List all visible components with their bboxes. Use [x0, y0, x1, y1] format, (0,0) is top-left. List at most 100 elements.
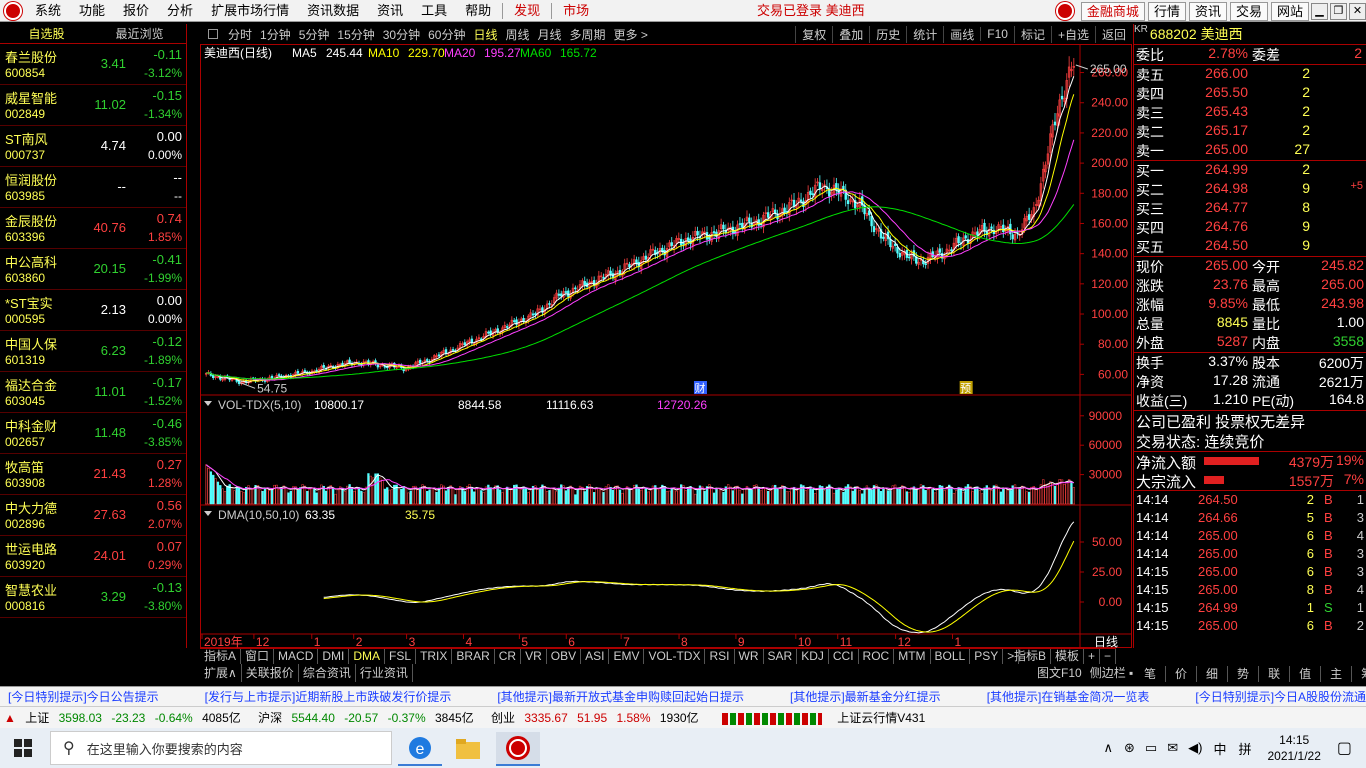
bid-level[interactable]: 买一 264.99 2 — [1134, 161, 1366, 180]
quote-panel-button[interactable]: 价 — [1166, 666, 1198, 682]
period-tab[interactable]: 分时 — [224, 26, 256, 43]
watchlist-row[interactable]: 中国人保 601319 6.23 -0.12 -1.89% — [0, 331, 186, 372]
indicator-tab[interactable]: MACD — [274, 649, 319, 664]
period-tab[interactable]: 1分钟 — [256, 26, 295, 43]
period-tab[interactable]: 月线 — [534, 26, 566, 43]
notification-icon[interactable]: ▢ — [1337, 738, 1352, 758]
menu-tools[interactable]: 工具 — [412, 0, 456, 22]
mall-button[interactable]: 金融商城 — [1080, 1, 1145, 21]
indicator-tab[interactable]: RSI — [705, 649, 735, 664]
extension-tab[interactable]: 行业资讯 — [356, 664, 413, 682]
indicator-tab[interactable]: CCI — [829, 649, 859, 664]
extension-tab[interactable]: 扩展∧ — [200, 664, 242, 682]
watchlist-row[interactable]: 威星智能 002849 11.02 -0.15 -1.34% — [0, 85, 186, 126]
sh-index-name[interactable]: 上证 — [25, 711, 49, 725]
indicator-tab-right[interactable]: 指标B — [1010, 649, 1052, 664]
period-tab[interactable]: 日线 — [469, 26, 501, 43]
bid-level[interactable]: 买五 264.50 9 — [1134, 237, 1366, 256]
trade-button[interactable]: 交易 — [1229, 1, 1268, 21]
watchlist-row[interactable]: 世运电路 603920 24.01 0.07 0.29% — [0, 536, 186, 577]
indicator-tab[interactable]: PSY — [970, 649, 1004, 664]
watchlist-row[interactable]: 福达合金 603045 11.01 -0.17 -1.52% — [0, 372, 186, 413]
indicator-tab[interactable]: VOL-TDX — [644, 649, 706, 664]
indicator-tab[interactable]: 窗口 — [241, 649, 275, 664]
ticker-item[interactable]: [其他提示]最新基金分红提示 — [790, 690, 941, 704]
ask-level[interactable]: 卖三 265.43 2 — [1134, 103, 1366, 122]
watchlist-row[interactable]: 恒润股份 603985 -- -- -- — [0, 167, 186, 208]
chart-tool-button[interactable]: F10 — [980, 27, 1014, 41]
taskbar-clock[interactable]: 14:15 2021/1/22 — [1267, 732, 1320, 764]
indicator-tab[interactable]: DMI — [318, 649, 350, 664]
menu-analysis[interactable]: 分析 — [158, 0, 202, 22]
chart-tool-button[interactable]: 复权 — [795, 25, 832, 43]
menu-function[interactable]: 功能 — [70, 0, 114, 22]
tab-recent[interactable]: 最近浏览 — [93, 24, 186, 43]
indicator-tab[interactable]: 指标A — [200, 649, 242, 664]
indicator-tab[interactable]: ASI — [581, 649, 610, 664]
extension-tab[interactable]: 关联报价 — [242, 664, 299, 682]
watchlist-row[interactable]: *ST宝实 000595 2.13 0.00 0.00% — [0, 290, 186, 331]
chart-tool-button[interactable]: 返回 — [1094, 25, 1132, 43]
quote-panel-button[interactable]: 联 — [1259, 666, 1291, 682]
menu-discover[interactable]: 发现 — [505, 0, 549, 22]
edge-browser-icon[interactable]: e — [398, 732, 442, 766]
chart-tool-button[interactable]: 历史 — [869, 25, 906, 43]
restore-icon[interactable]: ❐ — [1330, 2, 1347, 20]
bid-level[interactable]: 买三 264.77 8 — [1134, 199, 1366, 218]
indicator-tab[interactable]: FSL — [385, 649, 417, 664]
website-button[interactable]: 网站 — [1270, 1, 1309, 21]
menu-info[interactable]: 资讯 — [368, 0, 412, 22]
network-icon[interactable]: ▭ — [1145, 740, 1157, 756]
ask-level[interactable]: 卖一 265.00 27 — [1134, 141, 1366, 160]
period-tab[interactable]: 15分钟 — [333, 26, 378, 43]
chart-tool-button[interactable]: 标记 — [1013, 25, 1051, 43]
quote-panel-button[interactable]: 主 — [1321, 666, 1353, 682]
quote-panel-button[interactable]: 值 — [1290, 666, 1322, 682]
bid-level[interactable]: 买四 264.76 9 — [1134, 218, 1366, 237]
watchlist-row[interactable]: 中公高科 603860 20.15 -0.41 -1.99% — [0, 249, 186, 290]
indicator-tab[interactable]: VR — [521, 649, 547, 664]
extension-tab-right[interactable]: 图文F10 — [1033, 664, 1086, 682]
indicator-tab[interactable]: ROC — [859, 649, 895, 664]
menu-system[interactable]: 系统 — [26, 0, 70, 22]
menu-ext-market[interactable]: 扩展市场行情 — [202, 0, 298, 22]
ticker-item[interactable]: [今日特别提示]今日公告提示 — [8, 690, 159, 704]
chart-canvas[interactable]: 260.00240.00220.00200.00180.00160.00140.… — [200, 44, 1132, 649]
indicator-tab[interactable]: BRAR — [452, 649, 495, 664]
watchlist-row[interactable]: 金辰股份 603396 40.76 0.74 1.85% — [0, 208, 186, 249]
menu-help[interactable]: 帮助 — [456, 0, 500, 22]
indicator-tab-right[interactable]: 模板 — [1051, 649, 1085, 664]
period-tab[interactable]: 5分钟 — [295, 26, 334, 43]
chart-tool-button[interactable]: 画线 — [943, 25, 980, 43]
cy-index-name[interactable]: 创业 — [491, 711, 515, 725]
volume-icon[interactable]: ◀) — [1188, 740, 1202, 756]
period-tab[interactable]: 30分钟 — [379, 26, 424, 43]
period-tab[interactable]: 更多 > — [610, 26, 652, 43]
watchlist-row[interactable]: 春兰股份 600854 3.41 -0.11 -3.12% — [0, 44, 186, 85]
indicator-tab[interactable]: DMA — [349, 649, 386, 664]
ticker-item[interactable]: [发行与上市提示]近期新股上市跌破发行价提示 — [205, 690, 452, 704]
bid-level[interactable]: 买二 264.98 9 +5 — [1134, 180, 1366, 199]
chart-tool-button[interactable]: 统计 — [906, 25, 943, 43]
indicator-tab-right[interactable]: + — [1084, 649, 1101, 664]
ask-level[interactable]: 卖四 265.50 2 — [1134, 84, 1366, 103]
toggle-panel-icon[interactable] — [208, 29, 218, 39]
quote-panel-button[interactable]: 笔 — [1135, 666, 1167, 682]
indicator-tab[interactable]: EMV — [609, 649, 645, 664]
watchlist-row[interactable]: ST南风 000737 4.74 0.00 0.00% — [0, 126, 186, 167]
quote-panel-button[interactable]: 细 — [1197, 666, 1229, 682]
ticker-item[interactable]: [其他提示]最新开放式基金申购赎回起始日提示 — [497, 690, 744, 704]
ticker-item[interactable]: [其他提示]在销基金简况一览表 — [987, 690, 1150, 704]
indicator-tab-right[interactable]: − — [1100, 649, 1117, 664]
indicator-tab[interactable]: BOLL — [931, 649, 971, 664]
chevron-up-icon[interactable]: ∧ — [1104, 740, 1114, 756]
indicator-tab[interactable]: SAR — [764, 649, 798, 664]
watchlist-row[interactable]: 牧高笛 603908 21.43 0.27 1.28% — [0, 454, 186, 495]
close-icon[interactable]: ✕ — [1349, 2, 1366, 20]
app-logo-icon[interactable] — [0, 0, 26, 22]
chart-tool-button[interactable]: +自选 — [1050, 25, 1095, 43]
minimize-icon[interactable]: ▁ — [1311, 2, 1328, 20]
watchlist-row[interactable]: 智慧农业 000816 3.29 -0.13 -3.80% — [0, 577, 186, 618]
menu-quote[interactable]: 报价 — [114, 0, 158, 22]
period-tab[interactable]: 多周期 — [566, 26, 610, 43]
